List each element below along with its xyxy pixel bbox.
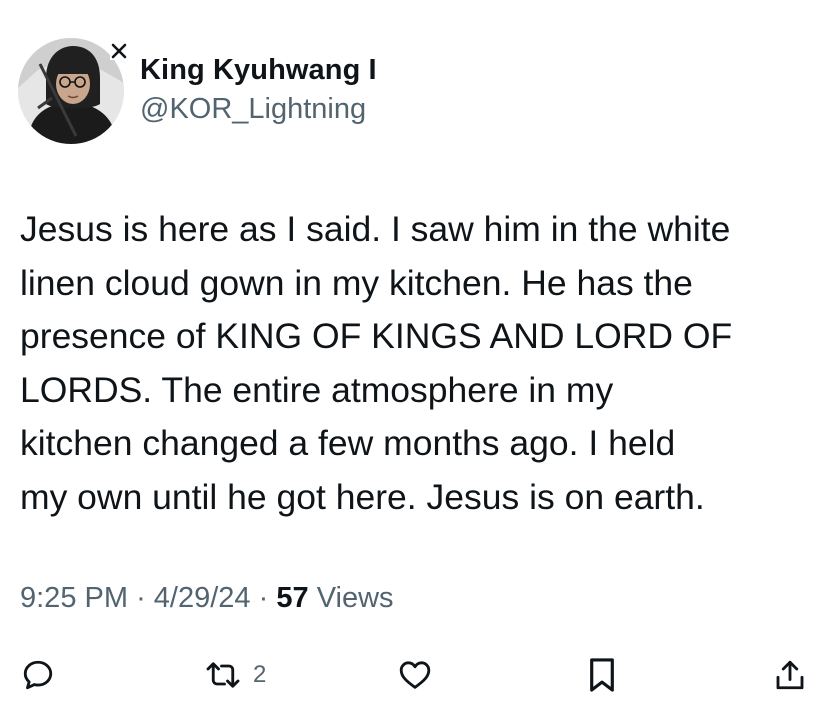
user-handle[interactable]: @KOR_Lightning <box>140 90 377 128</box>
heart-icon <box>399 661 431 689</box>
reply-button[interactable] <box>20 650 56 700</box>
avatar-container[interactable] <box>18 38 128 144</box>
tweet-text-line: kitchen changed a few months ago. I held <box>20 423 676 463</box>
like-button[interactable] <box>396 650 434 700</box>
tweet-header: King Kyuhwang I @KOR_Lightning <box>18 38 377 144</box>
tweet-time[interactable]: 9:25 PM <box>20 582 128 614</box>
views-label: Views <box>316 582 394 614</box>
tweet-text-line: linen cloud gown in my kitchen. He has t… <box>20 262 693 303</box>
retweet-icon <box>206 662 240 688</box>
tweet-text: Jesus is here as I said. I saw him in th… <box>20 203 820 524</box>
share-icon <box>776 660 804 690</box>
retweet-button[interactable]: 2 <box>203 650 266 700</box>
tweet-text-line: LORDS. The entire atmosphere in my <box>20 369 614 410</box>
bookmark-button[interactable] <box>586 650 618 700</box>
action-bar: 2 <box>0 650 828 700</box>
tweet: King Kyuhwang I @KOR_Lightning Jesus is … <box>0 0 828 701</box>
meta-separator: · <box>258 582 269 614</box>
display-name[interactable]: King Kyuhwang I <box>140 52 377 88</box>
tweet-text-line: Jesus is here as I said. I saw him in th… <box>20 209 731 249</box>
bookmark-icon <box>590 658 614 692</box>
tweet-text-line: presence of KING OF KINGS AND LORD OF <box>20 316 733 356</box>
user-names: King Kyuhwang I @KOR_Lightning <box>140 52 377 128</box>
verified-badge-icon <box>110 42 128 60</box>
retweet-count: 2 <box>253 661 267 688</box>
views-count: 57 <box>276 582 309 614</box>
reply-icon <box>23 660 53 690</box>
meta-separator: · <box>136 582 146 614</box>
tweet-text-line: my own until he got here. Jesus is on ea… <box>20 476 705 517</box>
tweet-meta: 9:25 PM · 4/29/24 · 57 Views <box>20 578 394 618</box>
tweet-date[interactable]: 4/29/24 <box>154 582 251 614</box>
share-button[interactable] <box>772 650 808 700</box>
